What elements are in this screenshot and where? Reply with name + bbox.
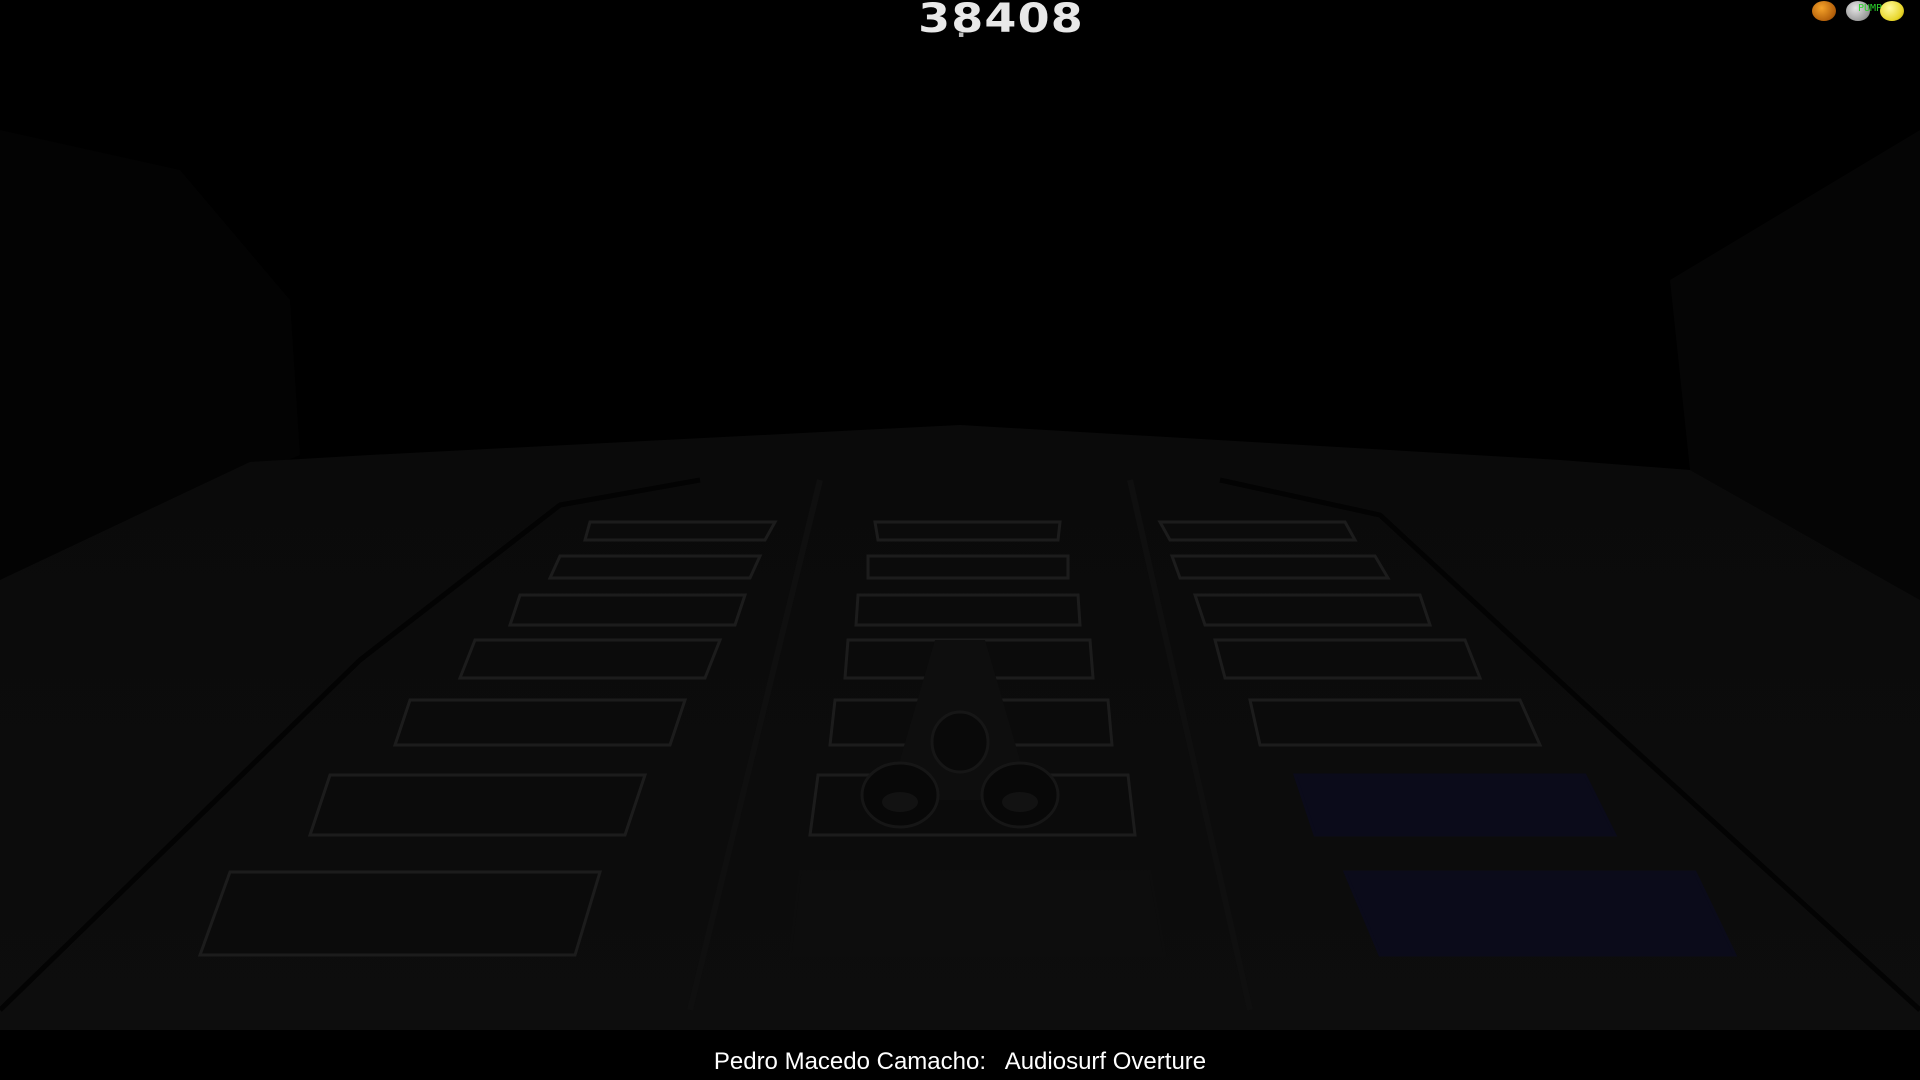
block: [788, 870, 1167, 957]
block: [507, 593, 748, 627]
block: [457, 638, 723, 680]
medal-label: PUMP: [1858, 3, 1883, 14]
block: [547, 554, 763, 580]
gold-medal-icon: [1880, 1, 1904, 21]
block: [1213, 638, 1483, 680]
block-blue: [1342, 870, 1738, 957]
block: [197, 870, 603, 957]
bronze-medal-icon: [1812, 1, 1836, 21]
block: [1248, 698, 1543, 747]
now-playing: Pedro Macedo Camacho: Audiosurf Overture: [0, 1048, 1920, 1076]
song-artist: Pedro Macedo Camacho:: [713, 1048, 987, 1075]
block: [1169, 554, 1391, 580]
ship-engine-core: [882, 792, 918, 812]
ship-engine-core: [1002, 792, 1038, 812]
medal-indicator: PUMP: [1810, 0, 1920, 26]
game-scene: [0, 130, 1920, 1030]
block-blue: [1292, 773, 1618, 837]
block: [873, 520, 1062, 542]
block: [307, 773, 648, 837]
ship-engine: [930, 710, 990, 774]
block: [583, 520, 778, 542]
block: [392, 698, 688, 747]
song-title: Audiosurf Overture: [1004, 1048, 1207, 1075]
block: [1157, 520, 1358, 542]
block: [854, 593, 1082, 627]
block: [1192, 593, 1433, 627]
block: [866, 554, 1070, 580]
score-marker-icon: ▪: [958, 30, 965, 40]
